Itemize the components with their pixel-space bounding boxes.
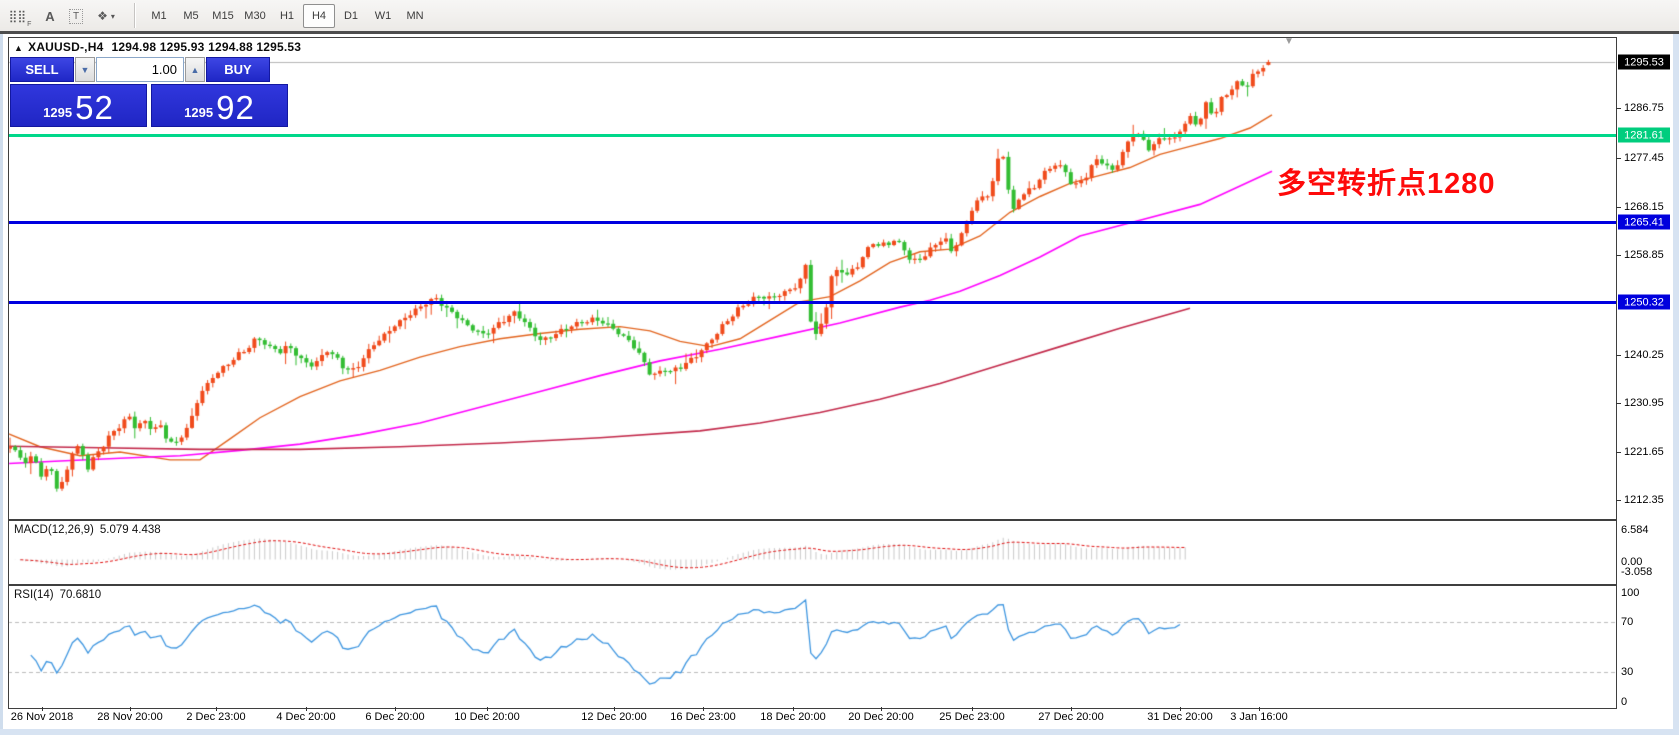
timeframe-mn-button[interactable]: MN: [399, 4, 431, 28]
chevron-down-icon: ▾: [111, 12, 115, 21]
indicators-button[interactable]: ⣿⣿F: [6, 3, 34, 29]
timeframe-w1-button[interactable]: W1: [367, 4, 399, 28]
letter-a-button[interactable]: A: [36, 3, 64, 29]
collapse-arrow-icon[interactable]: ▲: [14, 43, 23, 53]
time-label: 4 Dec 20:00: [276, 711, 335, 723]
time-label: 31 Dec 20:00: [1147, 711, 1212, 723]
rsi-axis-label: 100: [1621, 587, 1639, 599]
time-label: 25 Dec 23:00: [939, 711, 1004, 723]
ask-price-small: 1295: [184, 103, 213, 123]
price-tick-label: 1286.75: [1624, 102, 1664, 114]
level-line-1250.32[interactable]: [8, 301, 1616, 304]
price-tick: [1616, 403, 1621, 404]
toolbar: ⣿⣿F AT ❖▾ M1M5M15M30H1H4D1W1MN: [0, 0, 1679, 31]
price-tick: [1616, 207, 1621, 208]
bid-price-big: 52: [75, 93, 114, 123]
price-tick-label: 1230.95: [1624, 397, 1664, 409]
timeframe-h4-button[interactable]: H4: [303, 4, 335, 28]
price-tick-label: 1258.85: [1624, 249, 1664, 261]
rsi-values: 70.6810: [60, 589, 102, 601]
timeframe-m30-button[interactable]: M30: [239, 4, 271, 28]
timeframe-m15-button[interactable]: M15: [207, 4, 239, 28]
rsi-axis-label: 70: [1621, 616, 1633, 628]
price-badge-1250.32: 1250.32: [1618, 295, 1670, 310]
time-label: 16 Dec 23:00: [670, 711, 735, 723]
level-line-1281.61[interactable]: [8, 134, 1616, 137]
price-tick-label: 1212.35: [1624, 494, 1664, 506]
price-tick: [1616, 255, 1621, 256]
symbol-label: XAUUSD-,H4: [28, 40, 103, 54]
sell-button[interactable]: SELL: [10, 57, 74, 82]
rsi-axis-label: 30: [1621, 666, 1633, 678]
price-tick-label: 1277.45: [1624, 152, 1664, 164]
ohlc-values: 1294.98 1295.93 1294.88 1295.53: [111, 40, 301, 54]
price-tick-label: 1221.65: [1624, 446, 1664, 458]
window-edge-right: [1673, 34, 1679, 735]
scroll-marker-icon: ▼: [1284, 36, 1294, 47]
volume-increase-button[interactable]: ▲: [185, 57, 205, 82]
rsi-axis-label: 0: [1621, 696, 1627, 708]
macd-axis-label: -3.058: [1621, 566, 1652, 578]
shapes-button[interactable]: ❖▾: [92, 3, 120, 29]
chart-title: ▲ XAUUSD-,H4 1294.98 1295.93 1294.88 1295.…: [14, 40, 301, 54]
price-tick: [1616, 500, 1621, 501]
time-label: 6 Dec 20:00: [365, 711, 424, 723]
time-label: 3 Jan 16:00: [1230, 711, 1288, 723]
level-line-1265.41[interactable]: [8, 221, 1616, 224]
price-tick: [1616, 355, 1621, 356]
shapes-icon: ❖: [97, 9, 108, 23]
timeframe-d1-button[interactable]: D1: [335, 4, 367, 28]
timeframe-m5-button[interactable]: M5: [175, 4, 207, 28]
macd-axis-label: 6.584: [1621, 524, 1649, 536]
window-edge-left: [0, 34, 3, 735]
rsi-label: RSI(14)70.6810: [14, 589, 101, 601]
time-label: 18 Dec 20:00: [760, 711, 825, 723]
price-tick: [1616, 452, 1621, 453]
chart-annotation-text[interactable]: 多空转折点1280: [1277, 160, 1496, 202]
bid-price-small: 1295: [43, 103, 72, 123]
price-tick-label: 1240.25: [1624, 349, 1664, 361]
time-label: 12 Dec 20:00: [581, 711, 646, 723]
toolbar-group-separator: [134, 3, 136, 28]
price-tick: [1616, 108, 1621, 109]
time-label: 20 Dec 20:00: [848, 711, 913, 723]
time-label: 27 Dec 20:00: [1038, 711, 1103, 723]
indicators-sub-label: F: [27, 21, 31, 28]
price-badge-1295.53: 1295.53: [1618, 55, 1670, 70]
text-tool-button[interactable]: T: [62, 3, 90, 29]
time-label: 10 Dec 20:00: [454, 711, 519, 723]
price-badge-1281.61: 1281.61: [1618, 128, 1670, 143]
price-badge-1265.41: 1265.41: [1618, 215, 1670, 230]
buy-button[interactable]: BUY: [206, 57, 270, 82]
timeframe-h1-button[interactable]: H1: [271, 4, 303, 28]
timeframe-m1-button[interactable]: M1: [143, 4, 175, 28]
time-label: 2 Dec 23:00: [186, 711, 245, 723]
price-tick: [1616, 158, 1621, 159]
time-label: 26 Nov 2018: [11, 711, 73, 723]
macd-values: 5.079 4.438: [100, 524, 161, 536]
ask-price-big: 92: [216, 93, 255, 123]
toolbar-separator: [0, 31, 1679, 34]
time-label: 28 Nov 20:00: [97, 711, 162, 723]
letter-a-icon: A: [45, 9, 54, 24]
price-tick-label: 1268.15: [1624, 201, 1664, 213]
text-tool-icon: T: [69, 9, 83, 24]
volume-decrease-button[interactable]: ▼: [75, 57, 95, 82]
ask-price-display: 1295 92: [151, 84, 288, 127]
indicators-icon: ⣿⣿: [9, 9, 27, 23]
bid-price-display: 1295 52: [10, 84, 147, 127]
volume-input[interactable]: [96, 57, 184, 82]
window-edge-bottom: [0, 729, 1679, 735]
macd-label: MACD(12,26,9)5.079 4.438: [14, 524, 161, 536]
